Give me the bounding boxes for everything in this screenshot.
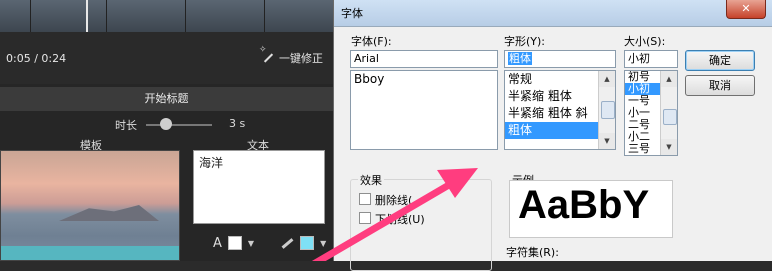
sea-strip: [1, 246, 179, 260]
auto-fix-button[interactable]: 一键修正: [259, 45, 323, 66]
time-readout: 0:05 / 0:24: [6, 52, 67, 65]
font-input[interactable]: Arial: [350, 50, 498, 68]
size-list[interactable]: 初号 小初 一号 小一 二号 小二 三号 ▲ ▼: [624, 70, 678, 156]
template-thumbnail[interactable]: [0, 150, 180, 261]
font-list[interactable]: Bboy: [350, 70, 498, 150]
timeline-thumbnail: [186, 0, 265, 32]
font-dialog: 字体 ✕ 字体(F): Arial Bboy 字形(Y): 粗体 常规 半紧缩 粗…: [333, 0, 772, 271]
close-button[interactable]: ✕: [726, 0, 766, 19]
cancel-button[interactable]: 取消: [685, 75, 755, 96]
chevron-down-icon[interactable]: ▼: [248, 239, 254, 248]
mountain-shape: [59, 205, 159, 221]
size-label: 大小(S):: [624, 35, 666, 48]
style-input[interactable]: 粗体: [504, 50, 616, 68]
auto-fix-label: 一键修正: [279, 52, 323, 65]
duration-slider-track[interactable]: [146, 124, 212, 126]
underline-checkbox[interactable]: [359, 212, 371, 224]
duration-label: 时长: [115, 119, 137, 132]
strikethrough-label: 删除线(: [375, 194, 413, 207]
style-list[interactable]: 常规 半紧缩 粗体 半紧缩 粗体 斜粗体 ▲ ▼: [504, 70, 616, 150]
timeline-thumbnail: [265, 0, 334, 32]
timeline-thumbnail-strip[interactable]: [0, 0, 334, 34]
sample-preview: AaBbY: [509, 180, 673, 238]
timeline-thumbnail: [107, 0, 186, 32]
text-color-icon[interactable]: A: [213, 236, 222, 251]
playhead[interactable]: [86, 0, 88, 34]
scroll-up-icon[interactable]: ▲: [599, 71, 615, 87]
style-label: 字形(Y):: [504, 35, 546, 48]
effects-label: 效果: [358, 172, 384, 188]
duration-row: 时长 3 s: [0, 114, 333, 134]
dialog-titlebar[interactable]: 字体 ✕: [334, 0, 772, 27]
font-label: 字体(F):: [351, 35, 392, 48]
style-scrollbar[interactable]: ▲ ▼: [598, 71, 615, 149]
dialog-title: 字体: [341, 7, 363, 20]
title-text-input[interactable]: 海洋: [193, 150, 325, 224]
scroll-up-icon[interactable]: ▲: [661, 71, 677, 87]
scroll-down-icon[interactable]: ▼: [661, 139, 677, 155]
strikethrough-checkbox[interactable]: [359, 193, 371, 205]
sample-text: AaBbY: [518, 183, 650, 227]
timeline-thumbnail: [0, 0, 31, 32]
style-input-value: 粗体: [508, 52, 532, 65]
size-scrollbar[interactable]: ▲ ▼: [660, 71, 677, 155]
underline-label: 下划线(U): [375, 213, 425, 226]
magic-wand-icon: [259, 45, 275, 65]
duration-slider-handle[interactable]: [159, 118, 172, 130]
size-input[interactable]: 小初: [624, 50, 678, 68]
text-color-swatch[interactable]: [227, 236, 242, 250]
text-style-controls: A ▼ ▼: [213, 234, 326, 252]
duration-value: 3 s: [229, 117, 246, 130]
brush-icon[interactable]: [280, 236, 294, 250]
editor-panel: 0:05 / 0:24 一键修正 开始标题 时长 3 s 模板 文本 海洋 A …: [0, 0, 334, 261]
font-list-item[interactable]: Bboy: [351, 71, 497, 88]
scroll-down-icon[interactable]: ▼: [599, 133, 615, 149]
panel-title: 开始标题: [0, 87, 333, 111]
chevron-down-icon[interactable]: ▼: [320, 239, 326, 248]
charset-label: 字符集(R):: [506, 246, 559, 259]
ok-button[interactable]: 确定: [685, 50, 755, 71]
scroll-thumb[interactable]: [601, 101, 615, 119]
timeline-thumbnail: [31, 0, 107, 32]
background-color-swatch[interactable]: [300, 236, 315, 250]
scroll-thumb[interactable]: [663, 109, 677, 125]
